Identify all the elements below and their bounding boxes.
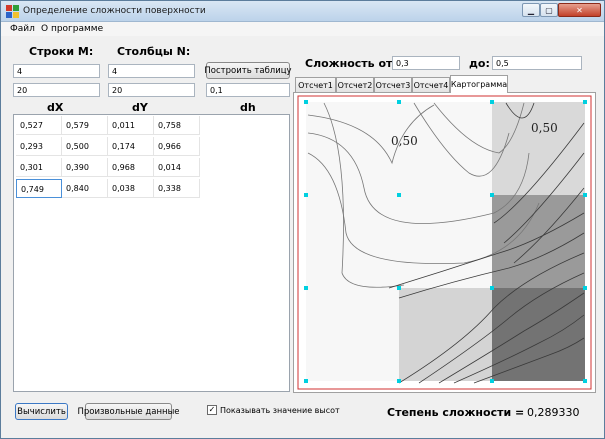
data-grid[interactable]: 0,527 0,579 0,011 0,758 0,293 0,500 0,174 0,966…	[13, 114, 290, 392]
menu-file[interactable]: Файл	[10, 24, 35, 34]
table-cell[interactable]: 0,840	[62, 179, 108, 198]
table-cell[interactable]: 0,038	[108, 179, 154, 198]
app-icon	[6, 5, 19, 18]
table-cell[interactable]: 0,968	[108, 158, 154, 177]
tab-sample3[interactable]: Отсчет3	[374, 77, 412, 92]
contour-label: 0,50	[531, 121, 558, 135]
table-cell[interactable]: 0,390	[62, 158, 108, 177]
complexity-to-input[interactable]: 0,5	[492, 56, 582, 70]
checkmark-icon: ✓	[208, 405, 216, 414]
grid-node-marker	[397, 286, 401, 290]
table-cell[interactable]: 0,301	[16, 158, 62, 177]
close-icon: ✕	[576, 5, 583, 15]
grid-node-marker	[583, 193, 587, 197]
grid-node-marker	[304, 379, 308, 383]
cartogram-panel: 0,50 0,50	[293, 92, 596, 393]
grid-node-marker	[304, 193, 308, 197]
maximize-button[interactable]: ▢	[540, 3, 558, 17]
map-cell	[492, 102, 585, 195]
rows-label: Строки M:	[29, 45, 94, 58]
tab-sample1[interactable]: Отсчет1	[295, 77, 336, 92]
map-cell	[306, 195, 399, 288]
col-header-dy: dY	[132, 101, 148, 114]
grid-node-marker	[304, 286, 308, 290]
dh-input[interactable]: 0,1	[206, 83, 290, 97]
cols-label: Столбцы N:	[117, 45, 191, 58]
tab-sample4[interactable]: Отсчет4	[412, 77, 450, 92]
table-cell[interactable]: 0,749	[16, 179, 62, 198]
cartogram-map: 0,50 0,50	[297, 95, 592, 390]
result-label: Степень сложности =	[387, 406, 525, 419]
table-cell[interactable]: 0,174	[108, 137, 154, 156]
main-window: Определение сложности поверхности ▁ ▢ ✕ …	[0, 0, 605, 439]
grid-node-marker	[490, 193, 494, 197]
grid-node-marker	[490, 286, 494, 290]
maximize-icon: ▢	[545, 5, 553, 15]
grid-node-marker	[304, 100, 308, 104]
title-bar[interactable]: Определение сложности поверхности ▁ ▢ ✕	[1, 1, 604, 22]
param-left-input[interactable]: 20	[13, 83, 100, 97]
table-cell[interactable]: 0,293	[16, 137, 62, 156]
tab-sample2[interactable]: Отсчет2	[336, 77, 374, 92]
map-cell	[399, 288, 492, 381]
complexity-from-input[interactable]: 0,3	[392, 56, 460, 70]
minimize-icon: ▁	[527, 5, 535, 15]
menu-about[interactable]: О программе	[41, 24, 103, 34]
window-title: Определение сложности поверхности	[23, 6, 206, 16]
close-button[interactable]: ✕	[558, 3, 601, 17]
random-data-button[interactable]: Произвольные данные	[77, 403, 180, 420]
table-cell[interactable]: 0,500	[62, 137, 108, 156]
grid-node-marker	[583, 100, 587, 104]
grid-node-marker	[397, 193, 401, 197]
map-cell	[399, 195, 492, 288]
cols-input[interactable]: 4	[108, 64, 195, 78]
contour-label: 0,50	[391, 134, 418, 148]
table-cell[interactable]: 0,014	[154, 158, 200, 177]
table-cell[interactable]: 0,011	[108, 116, 154, 135]
complexity-to-label: до:	[469, 57, 490, 70]
table-cell[interactable]: 0,758	[154, 116, 200, 135]
table-cell[interactable]: 0,527	[16, 116, 62, 135]
grid-node-marker	[583, 286, 587, 290]
table-cell[interactable]: 0,338	[154, 179, 200, 198]
calculate-button[interactable]: Вычислить	[15, 403, 68, 420]
grid-node-marker	[490, 379, 494, 383]
grid-node-marker	[490, 100, 494, 104]
grid-node-marker	[397, 379, 401, 383]
complexity-from-label: Сложность от:	[305, 57, 397, 70]
col-header-dh: dh	[240, 101, 256, 114]
show-heights-checkbox[interactable]: ✓	[207, 405, 217, 415]
grid-node-marker	[583, 379, 587, 383]
build-table-button[interactable]: Построить таблицу	[204, 62, 292, 79]
table-cell[interactable]: 0,579	[62, 116, 108, 135]
rows-input[interactable]: 4	[13, 64, 100, 78]
col-header-dx: dX	[47, 101, 64, 114]
map-cell	[306, 102, 399, 195]
table-cell[interactable]: 0,966	[154, 137, 200, 156]
show-heights-label: Показывать значение высот	[220, 406, 340, 415]
menu-bar: Файл О программе	[1, 22, 604, 36]
minimize-button[interactable]: ▁	[522, 3, 540, 17]
tab-cartogram[interactable]: Картограмма	[450, 75, 508, 93]
map-cell	[306, 288, 399, 381]
result-value: 0,289330	[527, 406, 580, 419]
param-mid-input[interactable]: 20	[108, 83, 195, 97]
grid-node-marker	[397, 100, 401, 104]
